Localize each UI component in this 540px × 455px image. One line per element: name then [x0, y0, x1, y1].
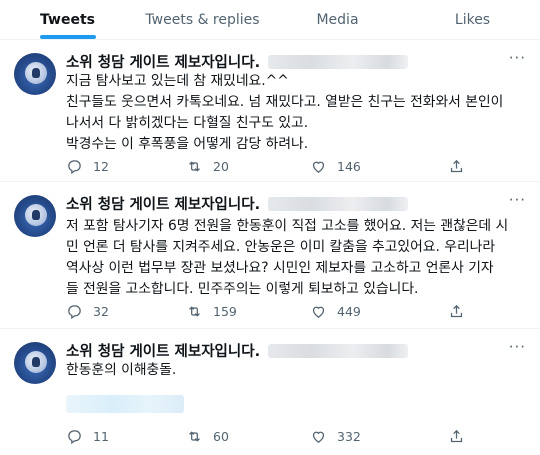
tab-media[interactable]: Media	[270, 0, 405, 39]
more-icon[interactable]: ···	[509, 338, 526, 356]
like-button[interactable]: 146	[310, 158, 361, 175]
tweet-line: 친구들도 웃으면서 카톡오네요. 넘 재밌다고. 열받은 친구는 전화와서 본인…	[66, 94, 504, 110]
heart-icon	[312, 431, 325, 443]
retweet-count: 159	[213, 304, 237, 319]
reply-button[interactable]: 12	[66, 158, 109, 175]
share-icon	[450, 159, 463, 173]
retweet-count: 20	[213, 159, 229, 174]
heart-icon	[312, 161, 325, 173]
blurred-handle	[268, 196, 409, 211]
tweet-line: 민 언론 더 탐사를 지켜주세요. 안농운은 이미 칼춤을 추고있어요. 우리나…	[66, 239, 496, 255]
tweet-text: 지금 탐사보고 있는데 참 재밌네요.^^ 친구들도 웃으면서 카톡오네요. 넘…	[66, 71, 528, 155]
share-icon	[450, 304, 463, 318]
tweet-text: 저 포함 탐사기자 6명 전원을 한동훈이 직접 고소를 했어요. 저는 괜찮은…	[66, 216, 528, 300]
like-button[interactable]: 449	[310, 303, 361, 320]
more-icon[interactable]: ···	[509, 49, 526, 67]
tab-likes[interactable]: Likes	[405, 0, 540, 39]
tweet-actions: 11 60 332	[66, 428, 506, 448]
like-count: 449	[337, 304, 361, 319]
blurred-handle	[268, 343, 409, 358]
reply-count: 12	[93, 159, 109, 174]
tab-label: Tweets & replies	[145, 11, 260, 28]
profile-tabs: Tweets Tweets & replies Media Likes	[0, 0, 540, 40]
retweet-count: 60	[213, 429, 229, 444]
reply-count: 11	[93, 429, 109, 444]
more-icon[interactable]: ···	[509, 191, 526, 209]
tweet-line: 박경수는 이 후폭풍을 어떻게 감당 하려나.	[66, 136, 309, 152]
blurred-handle	[268, 54, 409, 69]
reply-count: 32	[93, 304, 109, 319]
tweet-text: 한동훈의 이해충돌.	[66, 360, 528, 381]
reply-button[interactable]: 11	[66, 428, 109, 445]
tab-tweets-and-replies[interactable]: Tweets & replies	[135, 0, 270, 39]
reply-button[interactable]: 32	[66, 303, 109, 320]
author-name[interactable]: 소위 청담 게이트 제보자입니다.	[66, 340, 260, 361]
tweet-line: 들 전원을 고소합니다. 민주주의는 이렇게 퇴보하고 있습니다.	[66, 281, 419, 297]
tweet-line: 지금 탐사보고 있는데 참 재밌네요.^^	[66, 73, 289, 89]
tab-tweets[interactable]: Tweets	[0, 0, 135, 39]
tab-label: Media	[316, 11, 359, 28]
tab-label: Tweets	[40, 11, 95, 28]
avatar[interactable]	[14, 195, 56, 237]
blurred-link	[66, 395, 184, 413]
avatar[interactable]	[14, 342, 56, 384]
like-count: 146	[337, 159, 361, 174]
reply-icon	[68, 430, 81, 445]
author-name[interactable]: 소위 청담 게이트 제보자입니다.	[66, 51, 260, 72]
tab-label: Likes	[454, 11, 491, 28]
retweet-button[interactable]: 20	[186, 158, 229, 175]
avatar[interactable]	[14, 53, 56, 95]
tweet-line: 한동훈의 이해충돌.	[66, 362, 177, 378]
heart-icon	[312, 306, 325, 318]
tweet-line: 역사상 이런 법무부 장관 보셨나요? 시민인 제보자를 고소하고 언론사 기자	[66, 260, 494, 276]
reply-icon	[68, 305, 81, 320]
share-button[interactable]	[448, 158, 475, 175]
share-button[interactable]	[448, 428, 475, 445]
tweet-actions: 12 20 146	[66, 158, 506, 178]
retweet-icon	[189, 306, 200, 317]
tweet-actions: 32 159 449	[66, 303, 506, 323]
like-count: 332	[337, 429, 361, 444]
tweet-line: 나서서 다 밝히겠다는 다혈질 친구도 있고.	[66, 115, 309, 131]
tweet-1[interactable]: 소위 청담 게이트 제보자입니다. ··· 지금 탐사보고 있는데 참 재밌네요…	[0, 41, 540, 182]
tweet-line: 저 포함 탐사기자 6명 전원을 한동훈이 직접 고소를 했어요. 저는 괜찮은…	[66, 218, 509, 234]
tweet-3[interactable]: 소위 청담 게이트 제보자입니다. ··· 한동훈의 이해충돌. 11 60 3…	[0, 330, 540, 455]
share-button[interactable]	[448, 303, 475, 320]
tweet-2[interactable]: 소위 청담 게이트 제보자입니다. ··· 저 포함 탐사기자 6명 전원을 한…	[0, 183, 540, 329]
retweet-button[interactable]: 60	[186, 428, 229, 445]
share-icon	[450, 429, 463, 443]
like-button[interactable]: 332	[310, 428, 361, 445]
retweet-icon	[189, 161, 200, 172]
reply-icon	[68, 160, 81, 175]
retweet-button[interactable]: 159	[186, 303, 237, 320]
retweet-icon	[189, 431, 200, 442]
author-name[interactable]: 소위 청담 게이트 제보자입니다.	[66, 193, 260, 214]
